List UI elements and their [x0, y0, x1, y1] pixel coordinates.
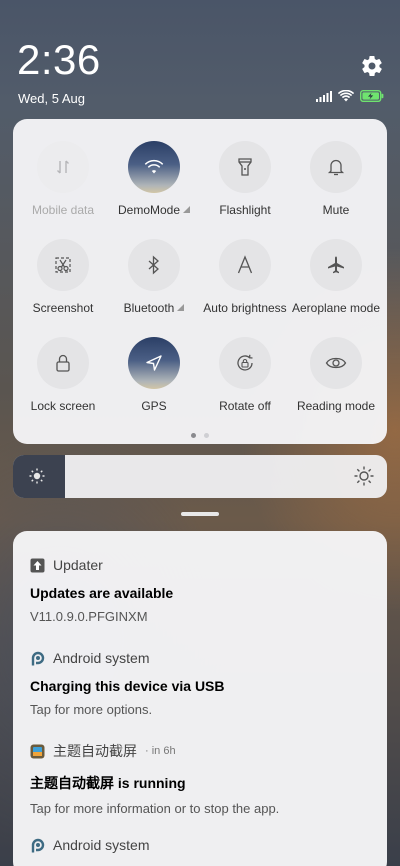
notification-text: V11.0.9.0.PFGINXM [30, 609, 148, 624]
submenu-corner-icon [177, 304, 185, 311]
notification-title: 主题自动截屏 is running [30, 775, 186, 791]
toggle-label: GPS [141, 399, 167, 413]
notification-time: · in 6h [145, 745, 176, 757]
system-status-icons [316, 90, 384, 102]
toggle-label: Bluetooth [104, 301, 204, 315]
notifications-panel: Updater Updates are available V11.0.9.0.… [13, 531, 387, 866]
rotate-lock-icon [219, 337, 271, 389]
airplane-icon [310, 239, 362, 291]
toggle-aeroplane-mode[interactable]: Aeroplane mode [286, 239, 386, 315]
page-dot-2[interactable] [204, 433, 209, 438]
quick-settings-panel: Mobile data DemoMode Flashlight Mute Scr… [13, 119, 387, 444]
notification-android-system[interactable]: Android system [30, 837, 149, 853]
wifi-icon [128, 141, 180, 193]
notification-updater[interactable]: Updater Updates are available V11.0.9.0.… [30, 557, 173, 624]
battery-charging-icon [360, 90, 384, 102]
notification-charging[interactable]: Android system Charging this device via … [30, 650, 225, 717]
settings-gear-icon[interactable] [360, 54, 384, 78]
mobile-data-icon [37, 141, 89, 193]
notification-text: Tap for more options. [30, 702, 153, 717]
toggle-label: Lock screen [30, 399, 96, 413]
toggle-mobile-data[interactable]: Mobile data [13, 141, 113, 217]
toggle-reading-mode[interactable]: Reading mode [286, 337, 386, 413]
auto-brightness-icon [219, 239, 271, 291]
brightness-slider[interactable] [13, 455, 387, 498]
page-dot-1[interactable] [191, 433, 196, 438]
toggle-label: Aeroplane mode [291, 301, 381, 315]
submenu-corner-icon [183, 206, 191, 213]
android-p-icon [30, 838, 45, 853]
notification-app-name: Android system [53, 650, 150, 666]
toggle-mute[interactable]: Mute [286, 141, 386, 217]
toggle-label: Auto brightness [203, 301, 287, 315]
android-p-icon [30, 651, 45, 666]
toggle-label: Mobile data [31, 203, 95, 217]
signal-icon [316, 90, 332, 102]
toggle-rotate-off[interactable]: Rotate off [195, 337, 295, 413]
toggle-flashlight[interactable]: Flashlight [195, 141, 295, 217]
toggle-label: Mute [322, 203, 350, 217]
notification-app-name: Android system [53, 837, 150, 853]
toggle-label: Rotate off [219, 399, 271, 413]
toggle-label: Flashlight [219, 203, 271, 217]
toggle-bluetooth[interactable]: Bluetooth [104, 239, 204, 315]
brightness-high-icon [353, 465, 375, 492]
toggle-label: DemoMode [104, 203, 204, 217]
bell-icon [310, 141, 362, 193]
notification-running-app[interactable]: 主题自动截屏 · in 6h 主题自动截屏 is running Tap for… [30, 741, 279, 816]
page-indicator [13, 433, 387, 438]
toggle-demomode-wifi[interactable]: DemoMode [104, 141, 204, 217]
up-arrow-icon [30, 558, 45, 573]
notification-app-name: Updater [53, 557, 103, 573]
toggle-lock-screen[interactable]: Lock screen [13, 337, 113, 413]
drag-handle[interactable] [181, 512, 219, 516]
flashlight-icon [219, 141, 271, 193]
notification-title: Charging this device via USB [30, 678, 225, 694]
scissors-icon [37, 239, 89, 291]
date-label[interactable]: Wed, 5 Aug [18, 91, 85, 106]
wifi-status-icon [338, 90, 354, 102]
toggle-gps[interactable]: GPS [104, 337, 204, 413]
notification-text: Tap for more information or to stop the … [30, 801, 280, 816]
toggle-label: Screenshot [32, 301, 94, 315]
bluetooth-icon [128, 239, 180, 291]
lock-icon [37, 337, 89, 389]
toggle-auto-brightness[interactable]: Auto brightness [195, 239, 295, 315]
notification-title: Updates are available [30, 585, 174, 601]
toggle-label: Reading mode [296, 399, 376, 413]
notification-app-name: 主题自动截屏 [53, 743, 137, 759]
eye-icon [310, 337, 362, 389]
location-arrow-icon [128, 337, 180, 389]
brightness-low-icon [27, 466, 47, 491]
toggle-screenshot[interactable]: Screenshot [13, 239, 113, 315]
clock-time[interactable]: 2:36 [17, 36, 101, 84]
app-thumbnail-icon [30, 744, 45, 759]
